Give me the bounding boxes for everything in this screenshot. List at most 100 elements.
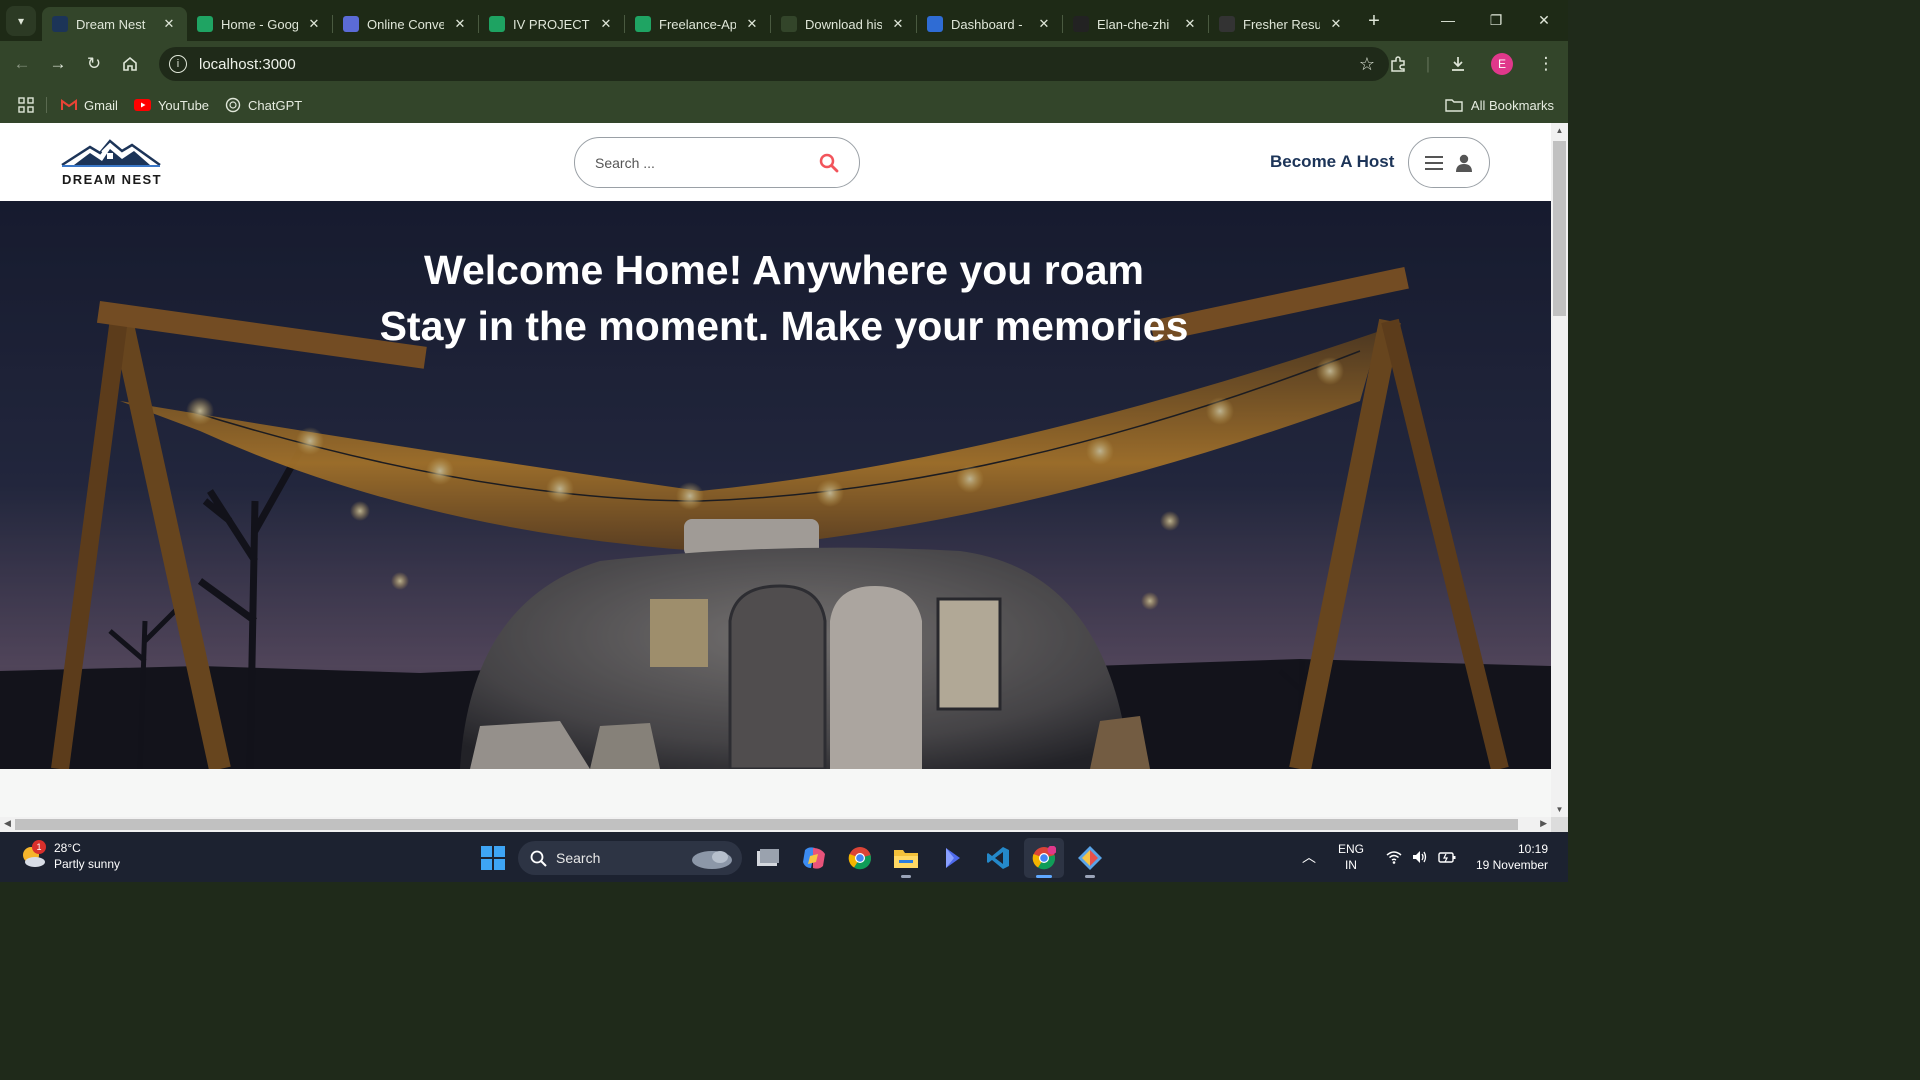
taskbar-chrome[interactable] (840, 838, 880, 878)
tab-title: IV PROJECT N (513, 16, 590, 32)
weather-widget[interactable]: 1 28°C Partly sunny (20, 840, 120, 872)
scroll-right-icon[interactable]: ▶ (1540, 818, 1547, 829)
tab-strip: ▾ Dream Nest ✕ Home - Goog ✕ Online Conve ✕ IV… (0, 0, 1568, 41)
forward-arrow-icon: → (49, 54, 67, 73)
chrome-icon (1032, 846, 1056, 870)
restore-button[interactable]: ❐ (1472, 0, 1520, 40)
logo-text: DREAM NEST (62, 172, 162, 187)
tab-title: Dream Nest (76, 16, 146, 32)
hamburger-menu-icon (1425, 155, 1443, 170)
minimize-button[interactable]: — (1424, 0, 1472, 40)
taskbar-copilot[interactable] (794, 838, 834, 878)
search-input[interactable] (595, 154, 819, 171)
scroll-left-icon[interactable]: ◀ (4, 818, 11, 829)
address-bar[interactable]: i localhost:3000 ☆ (159, 47, 1389, 81)
scroll-down-icon[interactable]: ▼ (1554, 805, 1565, 814)
vertical-scroll-thumb[interactable] (1553, 141, 1566, 316)
taskbar-search[interactable]: Search (518, 841, 742, 875)
taskbar-chrome-profile[interactable] (1024, 838, 1064, 878)
home-icon (123, 56, 137, 71)
close-tab-icon[interactable]: ✕ (598, 16, 614, 32)
close-tab-icon[interactable]: ✕ (1328, 16, 1344, 32)
weather-description: Partly sunny (54, 857, 121, 871)
browser-tab[interactable]: Dashboard - ✕ (917, 7, 1062, 41)
window-controls: — ❐ ✕ (1424, 0, 1568, 40)
browser-tab[interactable]: Dream Nest ✕ (42, 7, 187, 41)
horizontal-scrollbar[interactable]: ◀ ▶ (0, 817, 1551, 832)
task-view-icon (757, 849, 779, 866)
all-bookmarks-button[interactable]: All Bookmarks (1445, 98, 1554, 113)
temperature-text: 28°C (54, 841, 81, 855)
browser-tab[interactable]: Online Conve ✕ (333, 7, 478, 41)
account-menu-button[interactable] (1408, 137, 1490, 188)
tab-favicon-icon (52, 16, 68, 32)
start-button[interactable] (474, 839, 512, 877)
hero-heading-line-1: Welcome Home! Anywhere you roam (424, 247, 1144, 293)
bookmark-label: YouTube (157, 97, 210, 113)
scroll-up-icon[interactable]: ▲ (1554, 126, 1565, 135)
quick-settings-button[interactable] (1386, 850, 1456, 864)
site-header: DREAM NEST Become A Host (0, 123, 1551, 201)
close-tab-icon[interactable]: ✕ (161, 16, 177, 32)
browser-tab[interactable]: Freelance-Ap ✕ (625, 7, 770, 41)
taskbar-file-explorer[interactable] (886, 838, 926, 878)
reload-button[interactable]: ↻ (76, 46, 112, 82)
new-tab-button[interactable]: + (1360, 7, 1388, 35)
apps-button[interactable] (18, 97, 34, 113)
bookmark-label: Gmail (84, 97, 118, 113)
avatar: E (1491, 53, 1513, 75)
wifi-icon (1386, 851, 1402, 864)
taskbar-vscode[interactable] (978, 838, 1018, 878)
site-info-icon[interactable]: i (169, 55, 187, 73)
browser-tab[interactable]: Fresher Resu ✕ (1209, 7, 1354, 41)
volume-icon (1412, 851, 1427, 863)
tab-title: Fresher Resu (1243, 16, 1320, 32)
taskbar-git-client[interactable] (1070, 838, 1110, 878)
close-tab-icon[interactable]: ✕ (306, 16, 322, 32)
taskbar-search-label: Search (556, 850, 601, 866)
taskbar-task-view[interactable] (748, 838, 788, 878)
bookmark-chatgpt[interactable]: ChatGPT (225, 97, 302, 113)
restore-icon: ❐ (1489, 11, 1503, 28)
close-tab-icon[interactable]: ✕ (744, 16, 760, 32)
copilot-icon (803, 847, 825, 869)
browser-tab[interactable]: Elan-che-zhi ✕ (1063, 7, 1208, 41)
tab-title: Elan-che-zhi (1097, 16, 1170, 32)
tab-favicon-icon (489, 16, 505, 32)
language-code: ENG (1337, 842, 1364, 856)
taskbar-power-automate[interactable] (932, 838, 972, 878)
vertical-scrollbar[interactable]: ▲ ▼ (1551, 123, 1568, 817)
bookmark-star-icon[interactable]: ☆ (1359, 54, 1375, 75)
chrome-icon (848, 847, 872, 870)
bookmark-youtube[interactable]: YouTube (133, 97, 210, 113)
browser-menu-button[interactable]: ⋮ (1524, 54, 1568, 74)
browser-tab[interactable]: IV PROJECT N ✕ (479, 7, 624, 41)
power-automate-icon (946, 848, 960, 868)
gmail-icon (61, 99, 77, 110)
address-text[interactable]: localhost:3000 (199, 56, 296, 73)
horizontal-scroll-thumb[interactable] (15, 819, 1518, 830)
close-icon: ✕ (1538, 11, 1550, 28)
close-tab-icon[interactable]: ✕ (1036, 16, 1052, 32)
input-language-button[interactable]: ENG IN (1338, 841, 1364, 873)
bookmark-gmail[interactable]: Gmail (61, 98, 118, 113)
show-hidden-icons-button[interactable]: ︿ (1302, 847, 1316, 867)
tab-title: Home - Goog (221, 16, 298, 32)
forward-button[interactable]: → (40, 46, 76, 82)
tab-search-button[interactable]: ▾ (6, 6, 36, 36)
browser-tab[interactable]: Download his ✕ (771, 7, 916, 41)
profile-button[interactable]: E (1480, 53, 1524, 75)
close-tab-icon[interactable]: ✕ (1182, 16, 1198, 32)
close-window-button[interactable]: ✕ (1520, 0, 1568, 40)
become-host-link[interactable]: Become A Host (1270, 152, 1394, 172)
bookmarks-divider (46, 97, 47, 113)
extensions-button[interactable] (1376, 55, 1420, 73)
close-tab-icon[interactable]: ✕ (452, 16, 468, 32)
clock[interactable]: 10:19 19 November (1476, 841, 1548, 873)
back-button[interactable]: ← (4, 46, 40, 82)
home-button[interactable] (112, 46, 148, 82)
close-tab-icon[interactable]: ✕ (890, 16, 906, 32)
downloads-button[interactable] (1436, 55, 1480, 73)
browser-tab[interactable]: Home - Goog ✕ (187, 7, 332, 41)
search-icon[interactable] (819, 153, 839, 173)
